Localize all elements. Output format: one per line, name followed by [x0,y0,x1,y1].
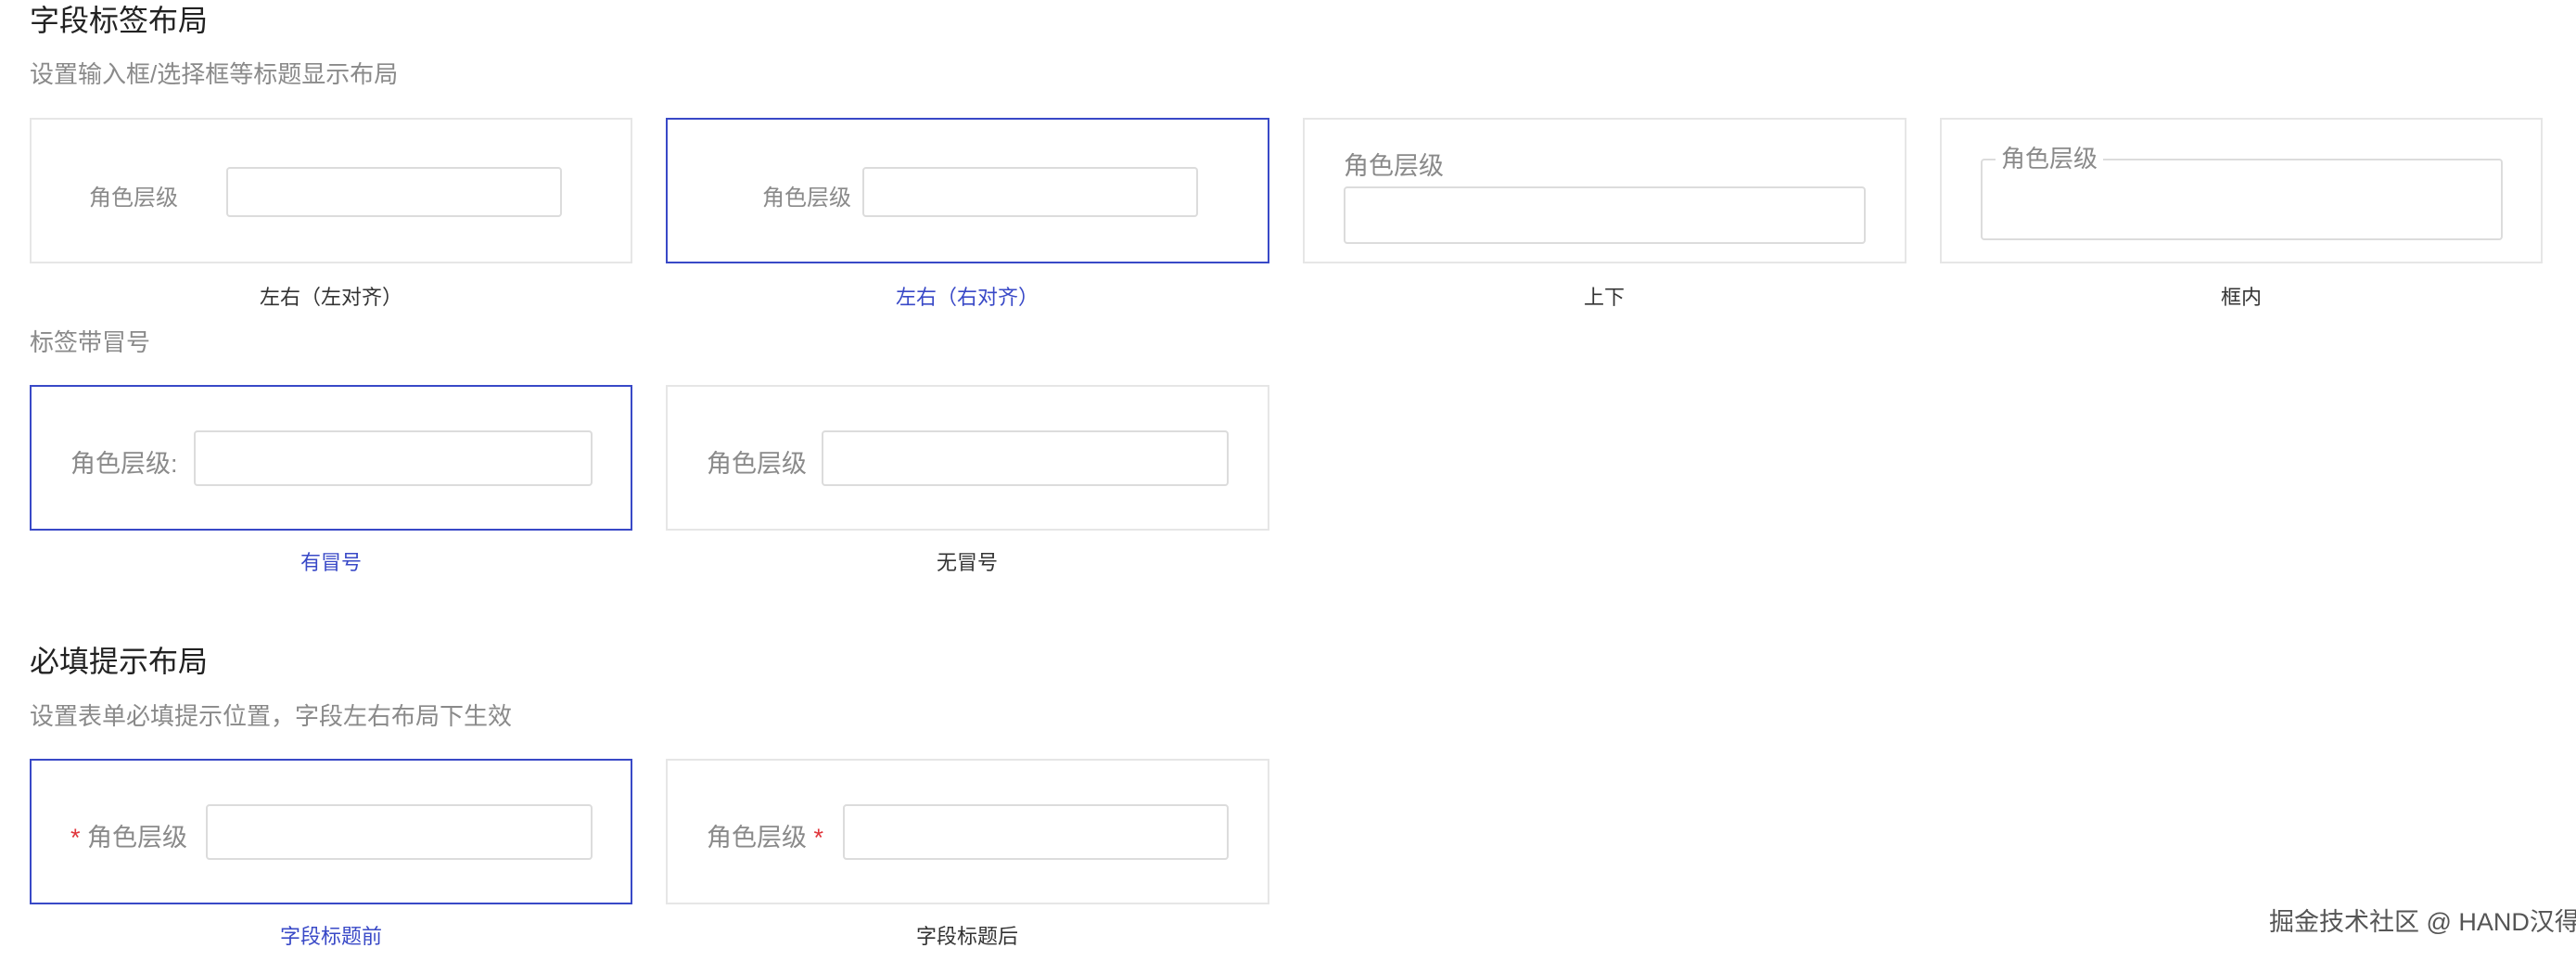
field-label: 角色层级: [70,450,178,478]
option-with-colon[interactable]: 角色层级: [30,385,632,531]
caption-label-left-align[interactable]: 左右（左对齐） [30,285,632,311]
field-label: 角色层级 [1996,145,2104,173]
field-label: 角色层级 [89,186,178,211]
option-label-left-align[interactable]: 角色层级 [30,118,632,263]
option-label-top[interactable]: 角色层级 [1303,118,1906,263]
option-label-inside[interactable]: 角色层级 [1940,118,2543,263]
required-asterisk: * [813,824,824,852]
field-label-layout-title: 字段标签布局 [30,4,209,37]
preview-input [843,804,1229,860]
caption-with-colon[interactable]: 有冒号 [30,550,632,576]
field-label: 角色层级 [707,450,807,478]
caption-required-after[interactable]: 字段标题后 [666,924,1269,950]
option-without-colon[interactable]: 角色层级 [666,385,1269,531]
option-label-right-align[interactable]: 角色层级 [666,118,1269,263]
preview-input [226,167,562,217]
field-label-group: 角色层级 * [707,817,823,853]
field-label: 角色层级 [707,824,807,852]
preview-input [1344,186,1866,244]
watermark: 掘金技术社区 @ HAND汉得 [2269,908,2576,936]
caption-without-colon[interactable]: 无冒号 [666,550,1269,576]
caption-label-right-align[interactable]: 左右（右对齐） [666,285,1269,311]
option-required-after[interactable]: 角色层级 * [666,759,1269,904]
required-layout-description: 设置表单必填提示位置，字段左右布局下生效 [30,702,513,730]
field-label-layout-description: 设置输入框/选择框等标题显示布局 [30,60,399,88]
field-label: 角色层级 [762,186,851,211]
preview-input [822,430,1229,486]
field-label: 角色层级 [87,824,188,852]
preview-input [194,430,593,486]
caption-label-top[interactable]: 上下 [1303,285,1906,311]
required-asterisk: * [70,824,81,852]
caption-required-before[interactable]: 字段标题前 [30,924,632,950]
option-required-before[interactable]: * 角色层级 [30,759,632,904]
colon-section-title: 标签带冒号 [30,328,151,356]
preview-input [862,167,1198,217]
field-label-group: * 角色层级 [70,817,187,853]
caption-label-inside[interactable]: 框内 [1940,285,2543,311]
preview-input [206,804,593,860]
required-layout-title: 必填提示布局 [30,645,209,678]
field-label: 角色层级 [1344,152,1444,180]
